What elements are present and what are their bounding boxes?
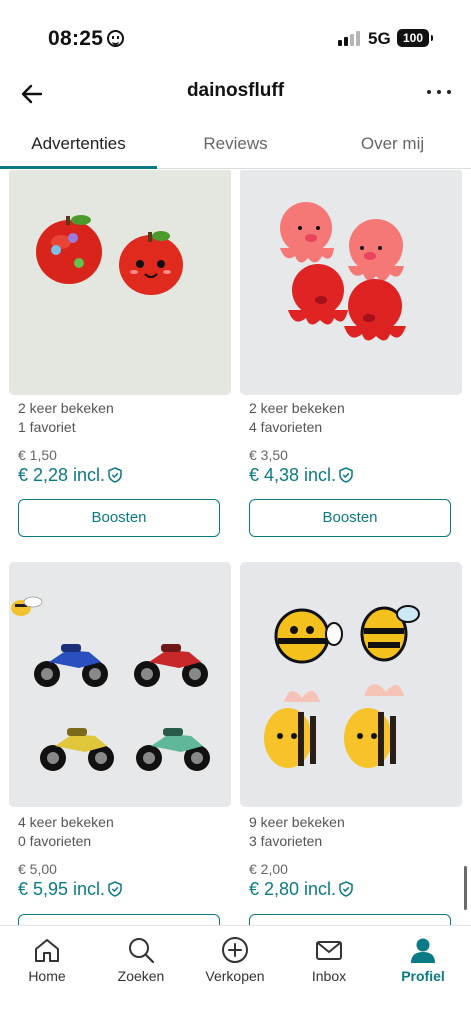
listing-photo-motorcycles[interactable] bbox=[9, 562, 231, 807]
mail-icon bbox=[316, 941, 342, 960]
tabbar-sell[interactable]: Verkopen bbox=[188, 926, 282, 996]
listing-price: € 5,00 bbox=[18, 861, 57, 877]
price-incl-text: € 2,80 incl. bbox=[249, 879, 337, 899]
listing-price-incl: € 5,95 incl. bbox=[18, 879, 122, 900]
boost-button[interactable]: Boosten bbox=[18, 914, 220, 925]
tabbar-label: Home bbox=[28, 968, 66, 984]
signal-icon bbox=[338, 31, 362, 46]
search-icon bbox=[129, 938, 155, 964]
price-incl-text: € 2,28 incl. bbox=[18, 465, 106, 485]
listing-price-incl: € 2,28 incl. bbox=[18, 465, 122, 486]
tabbar-label: Zoeken bbox=[117, 968, 165, 984]
tabbar-label: Inbox bbox=[311, 968, 347, 984]
tabbar-profile[interactable]: Profiel bbox=[376, 926, 470, 996]
listing-photo-apples[interactable] bbox=[9, 170, 231, 395]
status-time: 08:25 bbox=[48, 27, 104, 50]
price-incl-text: € 4,38 incl. bbox=[249, 465, 337, 485]
active-tab-indicator bbox=[0, 166, 157, 169]
profile-tabs: Advertenties Reviews Over mij bbox=[0, 119, 471, 169]
boost-button[interactable]: Boosten bbox=[249, 914, 451, 925]
listing-price: € 2,00 bbox=[249, 861, 288, 877]
battery-icon: 100 bbox=[397, 29, 433, 47]
top-navigation: dainosfluff bbox=[0, 70, 471, 118]
listing-price-incl: € 2,80 incl. bbox=[249, 879, 353, 900]
profile-icon bbox=[411, 938, 435, 963]
listing-views: 9 keer bekeken bbox=[249, 814, 345, 830]
shield-check-icon bbox=[108, 467, 122, 483]
tabbar-inbox[interactable]: Inbox bbox=[282, 926, 376, 996]
listing-favorites: 3 favorieten bbox=[249, 833, 323, 849]
smiley-icon bbox=[107, 30, 124, 47]
boost-button[interactable]: Boosten bbox=[249, 499, 451, 537]
scrollbar[interactable] bbox=[464, 866, 467, 910]
network-label: 5G bbox=[368, 29, 391, 48]
listing-favorites: 1 favoriet bbox=[18, 419, 76, 435]
page-title: dainosfluff bbox=[186, 80, 285, 101]
listing-views: 2 keer bekeken bbox=[18, 400, 114, 416]
tab-reviews[interactable]: Reviews bbox=[157, 119, 314, 169]
more-options-button[interactable] bbox=[425, 82, 455, 102]
home-icon bbox=[35, 939, 59, 962]
tabbar-label: Profiel bbox=[401, 968, 445, 984]
listing-views: 4 keer bekeken bbox=[18, 814, 114, 830]
listing-price: € 1,50 bbox=[18, 447, 57, 463]
tab-advertenties[interactable]: Advertenties bbox=[0, 119, 157, 169]
listing-grid: 2 keer bekeken 1 favoriet € 1,50 € 2,28 … bbox=[0, 170, 471, 925]
listing-photo-octopuses[interactable] bbox=[240, 170, 462, 395]
price-incl-text: € 5,95 incl. bbox=[18, 879, 106, 899]
tabbar-label: Verkopen bbox=[205, 968, 265, 984]
tab-over-mij[interactable]: Over mij bbox=[314, 119, 471, 169]
listing-views: 2 keer bekeken bbox=[249, 400, 345, 416]
listing-favorites: 4 favorieten bbox=[249, 419, 323, 435]
boost-button[interactable]: Boosten bbox=[18, 499, 220, 537]
tabbar-search[interactable]: Zoeken bbox=[94, 926, 188, 996]
shield-check-icon bbox=[108, 881, 122, 897]
shield-check-icon bbox=[339, 881, 353, 897]
listing-favorites: 0 favorieten bbox=[18, 833, 92, 849]
status-bar: 08:25 5G 100 bbox=[0, 0, 471, 70]
shield-check-icon bbox=[339, 467, 353, 483]
plus-circle-icon bbox=[222, 937, 248, 963]
listing-price: € 3,50 bbox=[249, 447, 288, 463]
tabbar-home[interactable]: Home bbox=[0, 926, 94, 996]
bottom-tab-bar: Home Zoeken Verkopen Inbox Profiel bbox=[0, 925, 471, 1024]
listing-photo-bees[interactable] bbox=[240, 562, 462, 807]
listing-price-incl: € 4,38 incl. bbox=[249, 465, 353, 486]
